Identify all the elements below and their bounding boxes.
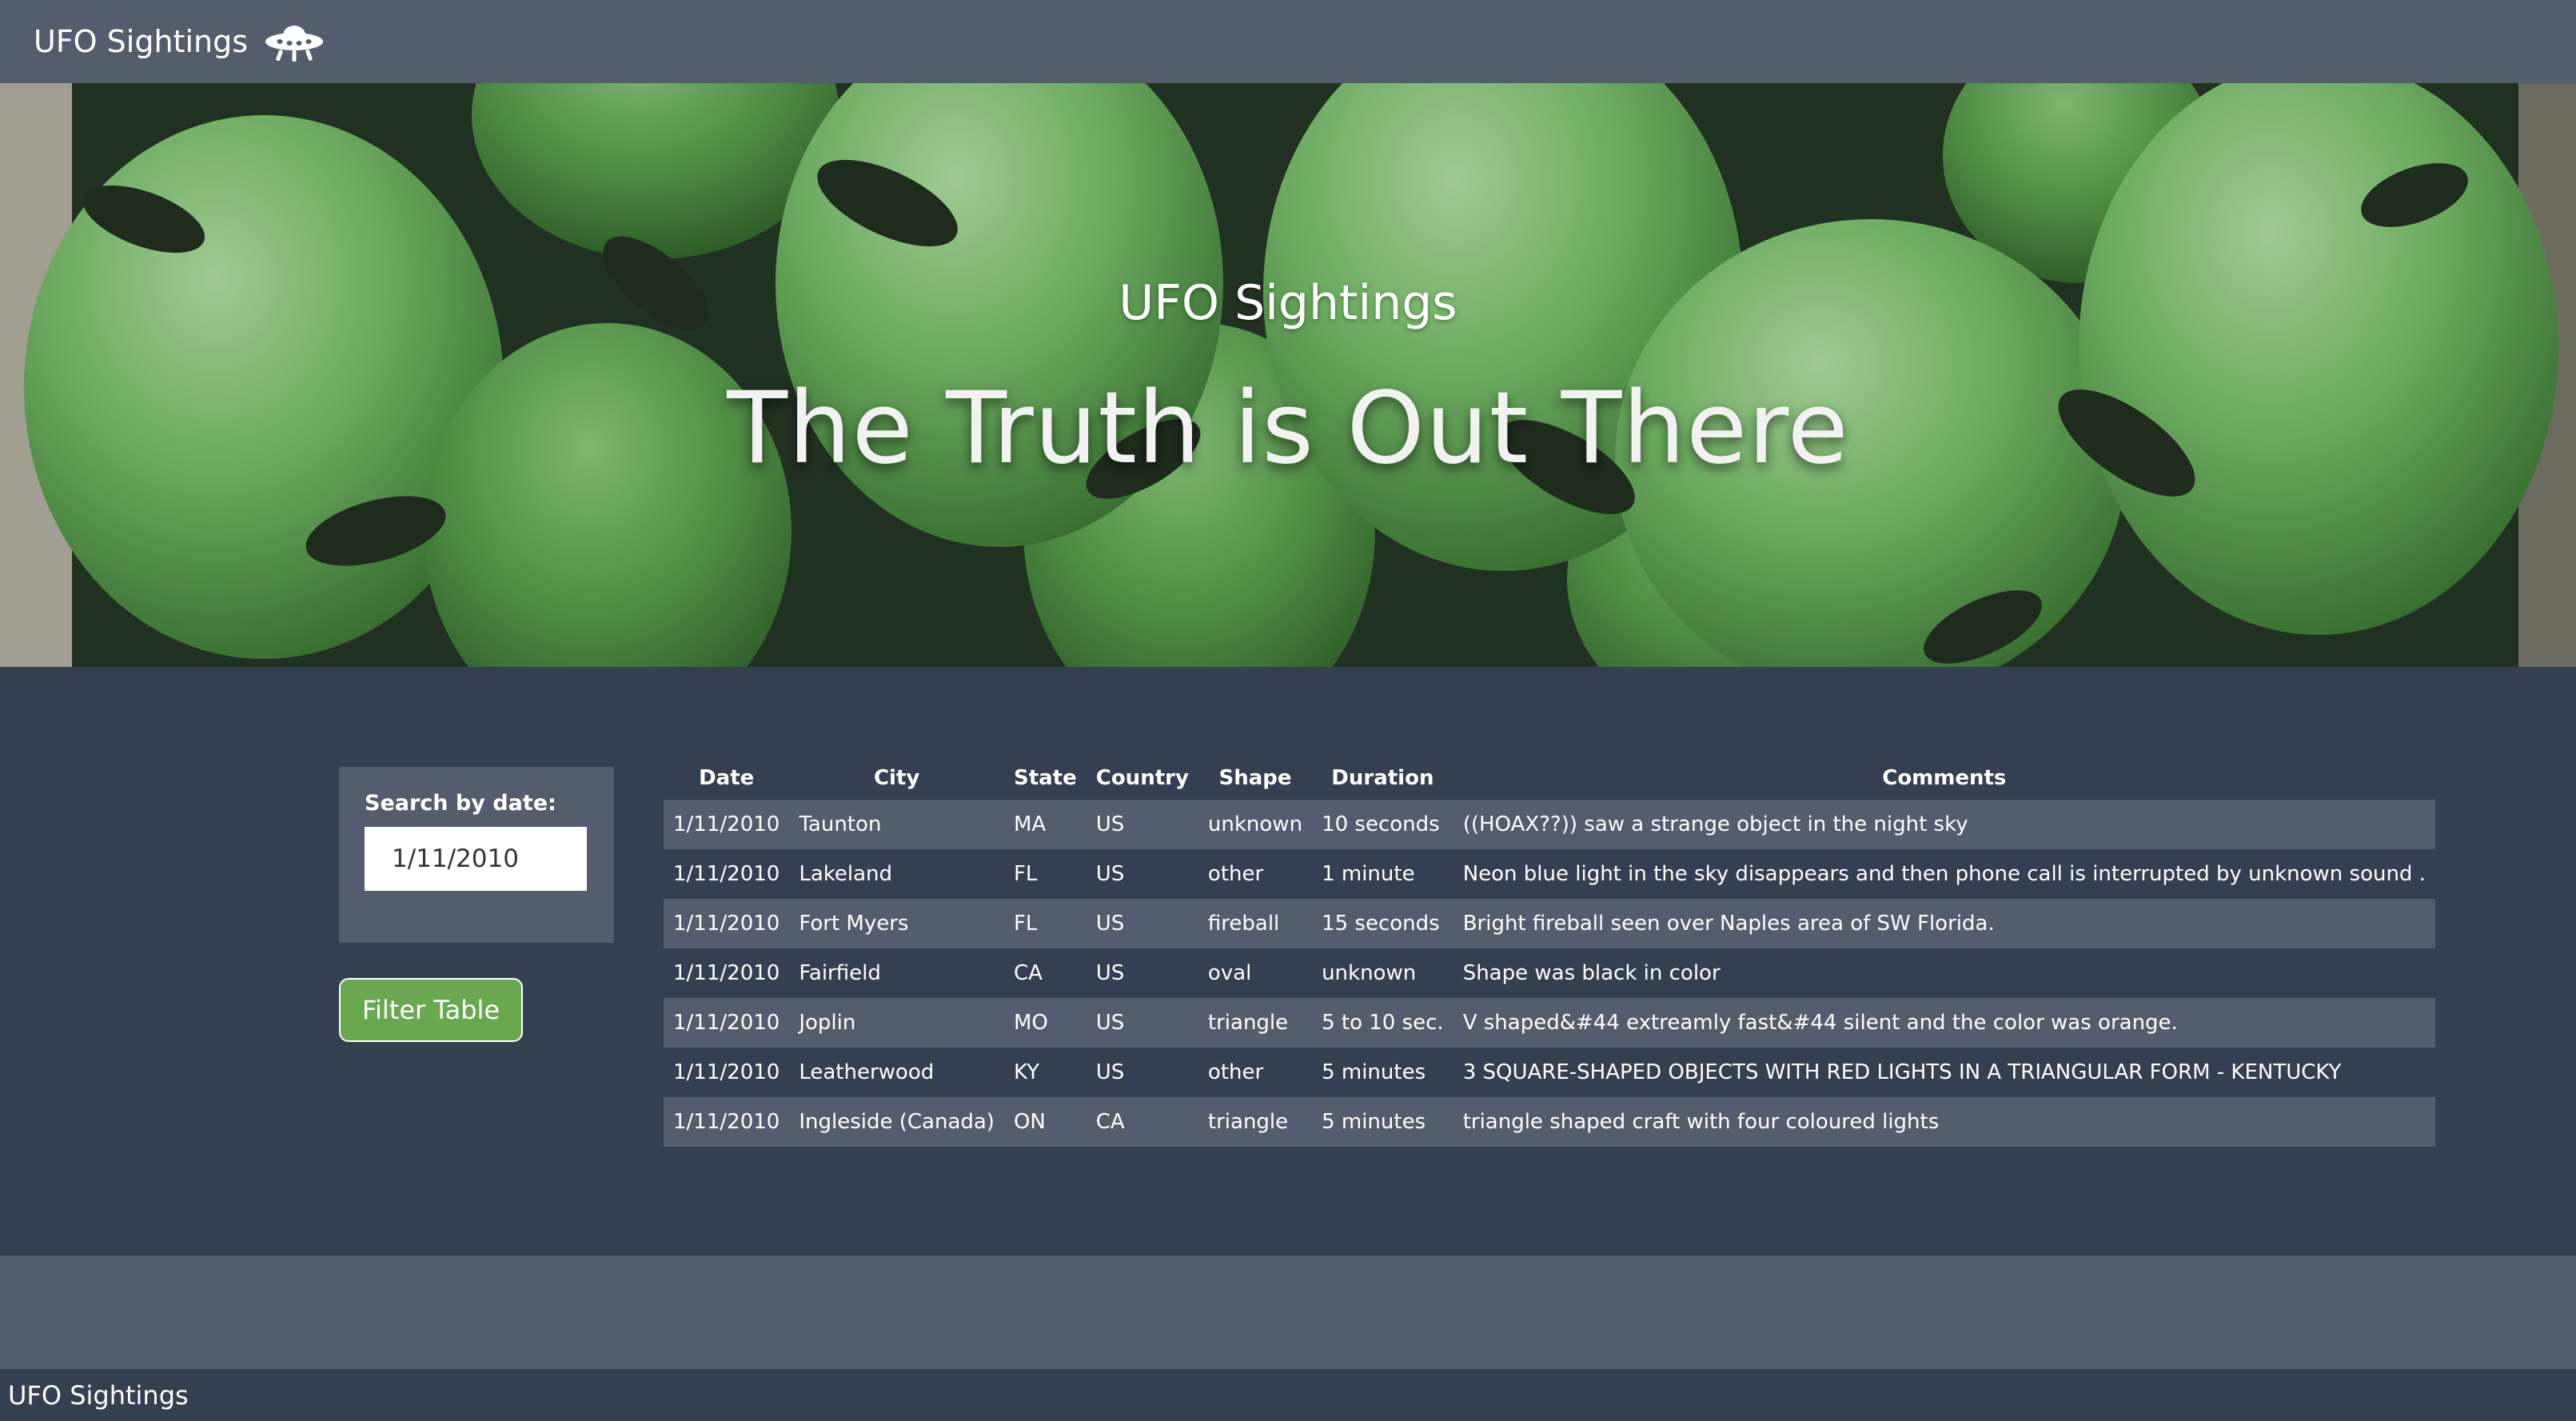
footer-text: UFO Sightings [8, 1379, 189, 1411]
ufo-icon [264, 19, 325, 64]
hero-title: The Truth is Out There [727, 371, 1849, 486]
cell-state: FL [1013, 862, 1038, 886]
column-header-city: City [873, 766, 920, 790]
cell-comments: Bright fireball seen over Naples area of… [1462, 912, 1995, 936]
table-row: 1/11/2010 Lakeland FL US other 1 minute … [664, 849, 2435, 899]
sightings-table-wrapper: Date City State Country Shape Duration C… [664, 756, 2435, 1147]
cell-duration: 15 seconds [1322, 912, 1440, 936]
cell-country: US [1095, 1011, 1125, 1035]
column-header-state: State [1013, 766, 1077, 790]
cell-comments: triangle shaped craft with four coloured… [1462, 1110, 1940, 1134]
cell-country: US [1095, 912, 1125, 936]
cell-city: Leatherwood [799, 1060, 935, 1084]
filter-panel: Search by date: [339, 767, 614, 943]
cell-city: Fort Myers [799, 912, 909, 936]
cell-state: MO [1013, 1011, 1048, 1035]
cell-country: US [1095, 812, 1125, 836]
table-row: 1/11/2010 Joplin MO US triangle 5 to 10 … [664, 998, 2435, 1048]
cell-comments: V shaped&#44 extreamly fast&#44 silent a… [1462, 1011, 2178, 1035]
column-header-shape: Shape [1218, 766, 1292, 790]
cell-state: KY [1013, 1060, 1039, 1084]
table-row: 1/11/2010 Fort Myers FL US fireball 15 s… [664, 899, 2435, 948]
cell-duration: 10 seconds [1322, 812, 1440, 836]
cell-date: 1/11/2010 [673, 1011, 780, 1035]
table-row: 1/11/2010 Leatherwood KY US other 5 minu… [664, 1048, 2435, 1097]
cell-shape: unknown [1207, 812, 1303, 836]
header-row: Date City State Country Shape Duration C… [664, 756, 2435, 800]
cell-country: US [1095, 862, 1125, 886]
cell-date: 1/11/2010 [673, 812, 780, 836]
filter-table-button[interactable]: Filter Table [339, 978, 523, 1042]
navbar: UFO Sightings [0, 0, 2576, 83]
column-header-comments: Comments [1882, 766, 2007, 790]
cell-city: Joplin [799, 1011, 856, 1035]
cell-state: CA [1013, 961, 1043, 985]
column-header-country: Country [1095, 766, 1189, 790]
cell-comments: 3 SQUARE-SHAPED OBJECTS WITH RED LIGHTS … [1462, 1060, 2342, 1084]
cell-date: 1/11/2010 [673, 1060, 780, 1084]
cell-date: 1/11/2010 [673, 1110, 780, 1134]
cell-country: US [1095, 1060, 1125, 1084]
footer-band [0, 1255, 2576, 1369]
table-row: 1/11/2010 Fairfield CA US oval unknown S… [664, 948, 2435, 998]
cell-shape: triangle [1207, 1110, 1289, 1134]
navbar-brand-text: UFO Sightings [34, 24, 249, 59]
cell-duration: 5 minutes [1322, 1060, 1426, 1084]
hero-banner: UFO Sightings The Truth is Out There [0, 83, 2576, 667]
cell-shape: other [1207, 1060, 1264, 1084]
cell-state: FL [1013, 912, 1038, 936]
cell-country: CA [1095, 1110, 1125, 1134]
search-date-label: Search by date: [365, 791, 556, 816]
table-row: 1/11/2010 Taunton MA US unknown 10 secon… [664, 800, 2435, 849]
cell-city: Lakeland [799, 862, 893, 886]
cell-shape: oval [1207, 961, 1252, 985]
cell-duration: 5 minutes [1322, 1110, 1426, 1134]
cell-state: ON [1013, 1110, 1046, 1134]
cell-comments: Shape was black in color [1462, 961, 1721, 985]
cell-date: 1/11/2010 [673, 961, 780, 985]
cell-comments: ((HOAX??)) saw a strange object in the n… [1462, 812, 1968, 836]
main-content: Search by date: Filter Table Date City S… [0, 667, 2576, 1255]
cell-duration: 5 to 10 sec. [1322, 1011, 1444, 1035]
cell-country: US [1095, 961, 1125, 985]
table-body: 1/11/2010 Taunton MA US unknown 10 secon… [664, 800, 2435, 1147]
cell-comments: Neon blue light in the sky disappears an… [1462, 862, 2426, 886]
table-header: Date City State Country Shape Duration C… [664, 756, 2435, 800]
cell-duration: 1 minute [1322, 862, 1415, 886]
column-header-date: Date [699, 766, 755, 790]
cell-date: 1/11/2010 [673, 862, 780, 886]
column-header-duration: Duration [1331, 766, 1434, 790]
footer: UFO Sightings [0, 1369, 2576, 1421]
table-row: 1/11/2010 Ingleside (Canada) ON CA trian… [664, 1097, 2435, 1147]
hero-text: UFO Sightings The Truth is Out There [0, 83, 2576, 667]
cell-date: 1/11/2010 [673, 912, 780, 936]
cell-shape: fireball [1207, 912, 1280, 936]
hero-subtitle: UFO Sightings [1119, 275, 1457, 331]
cell-duration: unknown [1322, 961, 1417, 985]
cell-state: MA [1013, 812, 1047, 836]
sightings-table: Date City State Country Shape Duration C… [664, 756, 2435, 1147]
navbar-brand-link[interactable]: UFO Sightings [34, 19, 325, 64]
cell-city: Taunton [799, 812, 882, 836]
cell-shape: triangle [1207, 1011, 1289, 1035]
date-search-input[interactable] [365, 827, 587, 891]
cell-shape: other [1207, 862, 1264, 886]
cell-city: Ingleside (Canada) [799, 1110, 995, 1134]
cell-city: Fairfield [799, 961, 881, 985]
